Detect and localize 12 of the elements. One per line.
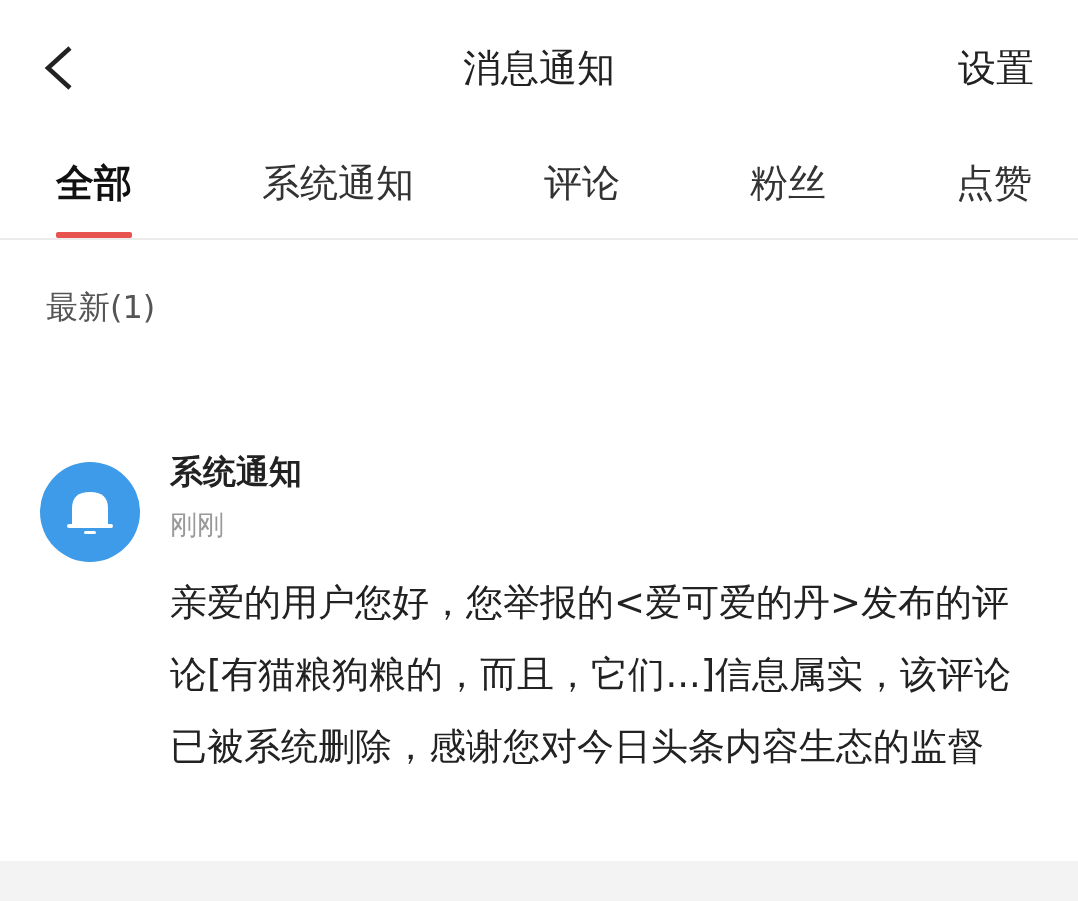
- tab[interactable]: 全部: [56, 136, 132, 238]
- tab[interactable]: 系统通知: [262, 136, 414, 238]
- page-title: 消息通知: [463, 44, 615, 92]
- settings-link[interactable]: 设置: [958, 42, 1034, 94]
- notification-time: 刚刚: [170, 508, 225, 542]
- notification-message: 亲爱的用户您好，您举报的<爱可爱的丹>发布的评论[有猫粮狗粮的，而且，它们...]信息属实，该评论已被系统删除，感谢您对今日头条内容生态的监督: [170, 580, 1013, 770]
- bell-icon: [40, 462, 140, 562]
- sender-name: 系统通知: [170, 451, 303, 493]
- section-title: 最新(1): [45, 287, 157, 328]
- tab[interactable]: 粉丝: [750, 136, 826, 238]
- tab[interactable]: 评论: [544, 136, 620, 238]
- tab[interactable]: 点赞: [956, 136, 1032, 238]
